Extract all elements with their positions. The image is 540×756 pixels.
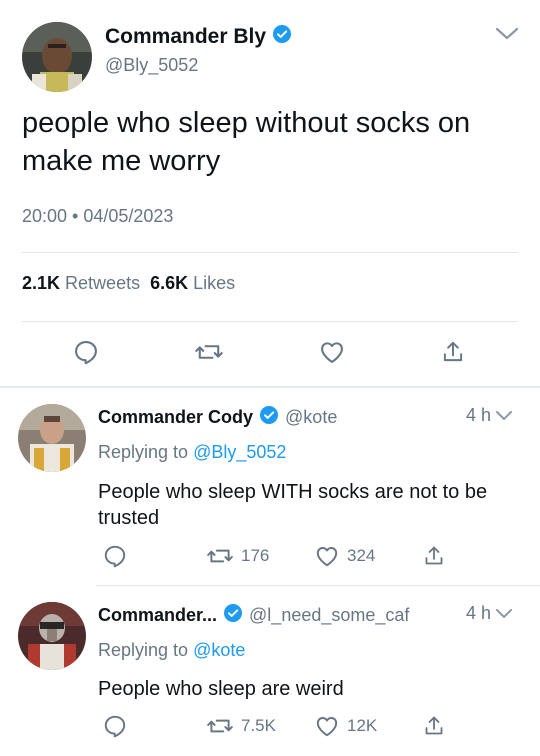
likes-count[interactable]: 6.6K <box>150 273 188 293</box>
share-button[interactable] <box>440 338 466 366</box>
share-button[interactable] <box>422 543 446 569</box>
chevron-down-icon[interactable] <box>495 410 513 422</box>
display-name[interactable]: Commander Cody <box>98 407 253 428</box>
replying-prefix: Replying to <box>98 442 189 462</box>
replying-to-link[interactable]: @Bly_5052 <box>193 442 286 462</box>
avatar[interactable] <box>18 602 86 670</box>
main-tweet: Commander Bly @Bly_5052 people who sleep… <box>0 0 540 386</box>
verified-badge-icon <box>272 24 292 50</box>
like-count: 12K <box>347 716 378 735</box>
like-icon <box>321 342 343 363</box>
reply-button[interactable] <box>102 713 128 739</box>
replying-to: Replying to @kote <box>98 640 245 661</box>
reply-header: Commander Cody @kote <box>98 405 337 430</box>
handle[interactable]: @kote <box>285 407 337 428</box>
retweet-icon <box>207 549 233 563</box>
reply-tweet[interactable]: Commander Cody @kote 4 h Replying to @Bl… <box>0 388 540 585</box>
reply-icon <box>104 715 126 738</box>
like-count: 324 <box>347 546 376 565</box>
retweet-count: 7.5K <box>241 716 276 735</box>
display-name-text[interactable]: Commander Bly <box>105 25 266 49</box>
reply-icon <box>75 341 97 365</box>
tweet-actions <box>0 338 540 370</box>
like-icon <box>316 717 338 737</box>
retweet-button[interactable] <box>194 338 224 366</box>
retweet-button[interactable]: 176 <box>206 543 269 569</box>
reply-button[interactable] <box>72 338 100 366</box>
like-button[interactable]: 324 <box>314 543 375 569</box>
tweet-text: people who sleep without socks on make m… <box>22 107 471 177</box>
chevron-down-icon[interactable] <box>494 26 520 47</box>
reply-time: 4 h <box>466 603 513 624</box>
retweet-icon <box>195 345 223 359</box>
divider <box>22 252 518 253</box>
reply-time: 4 h <box>466 405 513 426</box>
time-label[interactable]: 4 h <box>466 405 491 426</box>
verified-badge-icon <box>259 405 279 430</box>
reply-tweet[interactable]: Commander... @l_need_some_caf 4 h Replyi… <box>0 586 540 756</box>
time-label[interactable]: 4 h <box>466 603 491 624</box>
share-icon <box>425 546 443 565</box>
replying-prefix: Replying to <box>98 640 189 660</box>
like-button[interactable] <box>318 338 346 366</box>
replying-to: Replying to @Bly_5052 <box>98 442 286 463</box>
reply-header: Commander... @l_need_some_caf <box>98 603 409 628</box>
share-icon <box>443 341 463 362</box>
handle[interactable]: @Bly_5052 <box>105 55 198 76</box>
chevron-down-icon[interactable] <box>495 608 513 620</box>
replying-to-link[interactable]: @kote <box>193 640 245 660</box>
reply-icon <box>104 545 126 568</box>
like-button[interactable]: 12K <box>314 713 377 739</box>
like-icon <box>316 547 338 567</box>
tweet-text: People who sleep are weird <box>98 678 344 700</box>
share-icon <box>425 716 443 735</box>
retweets-label[interactable]: Retweets <box>65 273 140 293</box>
retweet-button[interactable]: 7.5K <box>206 713 276 739</box>
tweet-text: People who sleep WITH socks are not to b… <box>98 481 488 529</box>
retweets-count[interactable]: 2.1K <box>22 273 60 293</box>
handle[interactable]: @l_need_some_caf <box>249 605 409 626</box>
divider <box>22 321 518 322</box>
display-name[interactable]: Commander... <box>98 605 217 626</box>
share-button[interactable] <box>422 713 446 739</box>
reply-button[interactable] <box>102 543 128 569</box>
tweet-stats: 2.1K Retweets 6.6K Likes <box>22 273 235 294</box>
retweet-icon <box>207 719 233 733</box>
avatar[interactable] <box>18 404 86 472</box>
retweet-count: 176 <box>241 546 270 565</box>
timestamp[interactable]: 20:00 • 04/05/2023 <box>22 206 173 227</box>
avatar[interactable] <box>22 22 92 92</box>
display-name[interactable]: Commander Bly <box>105 24 292 50</box>
likes-label[interactable]: Likes <box>193 273 235 293</box>
verified-badge-icon <box>223 603 243 628</box>
